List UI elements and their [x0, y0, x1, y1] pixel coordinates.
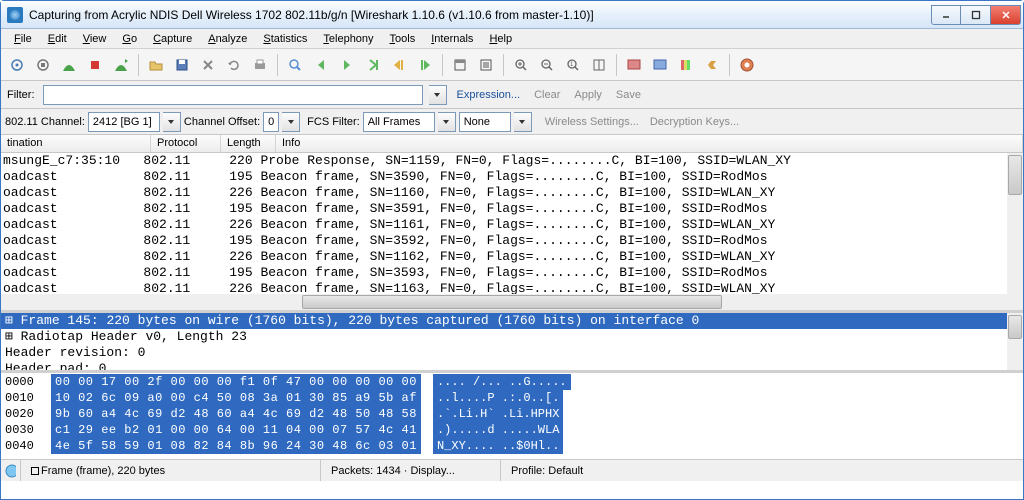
- help-icon[interactable]: [735, 53, 759, 77]
- colorize-icon[interactable]: [448, 53, 472, 77]
- details-radiotap-header[interactable]: ⊞ Radiotap Header v0, Length 23: [1, 329, 1023, 345]
- filter-dropdown[interactable]: [429, 85, 447, 105]
- go-forward-icon[interactable]: [335, 53, 359, 77]
- channel-label: 802.11 Channel:: [5, 116, 85, 128]
- status-profile[interactable]: Profile: Default: [501, 460, 1023, 481]
- col-destination[interactable]: tination: [1, 135, 151, 152]
- reload-icon[interactable]: [222, 53, 246, 77]
- maximize-button[interactable]: [961, 5, 991, 25]
- stop-capture-icon[interactable]: [83, 53, 107, 77]
- main-toolbar: 1: [1, 49, 1023, 81]
- packet-list-body[interactable]: msungE_c7:35:10 802.11 220 Probe Respons…: [1, 153, 1023, 294]
- print-icon[interactable]: [248, 53, 272, 77]
- channel-dropdown[interactable]: [163, 112, 181, 132]
- display-filters-icon[interactable]: [648, 53, 672, 77]
- col-info[interactable]: Info: [276, 135, 1023, 152]
- channel-input[interactable]: [88, 112, 160, 132]
- packet-bytes-pane[interactable]: 000000 00 17 00 2f 00 00 00 f1 0f 47 00 …: [1, 373, 1023, 459]
- decryption-keys-link[interactable]: Decryption Keys...: [646, 116, 743, 128]
- filter-expression-link[interactable]: Expression...: [453, 89, 525, 101]
- menu-edit[interactable]: Edit: [41, 31, 74, 47]
- details-frame-summary[interactable]: ⊞ Frame 145: 220 bytes on wire (1760 bit…: [1, 313, 1023, 329]
- minimize-button[interactable]: [931, 5, 961, 25]
- go-to-packet-icon[interactable]: [361, 53, 385, 77]
- window-controls: [931, 5, 1021, 25]
- offset-input[interactable]: [263, 112, 279, 132]
- auto-scroll-icon[interactable]: [474, 53, 498, 77]
- go-first-icon[interactable]: [387, 53, 411, 77]
- offset-dropdown[interactable]: [282, 112, 300, 132]
- hex-row[interactable]: 00209b 60 a4 4c 69 d2 48 60 a4 4c 69 d2 …: [5, 406, 1019, 422]
- hex-row[interactable]: 001010 02 6c 09 a0 00 c4 50 08 3a 01 30 …: [5, 390, 1019, 406]
- window-title: Capturing from Acrylic NDIS Dell Wireles…: [29, 8, 931, 22]
- packet-list-vscrollbar[interactable]: [1007, 153, 1023, 294]
- close-button[interactable]: [991, 5, 1021, 25]
- menu-help[interactable]: Help: [482, 31, 519, 47]
- fcs-dropdown[interactable]: [438, 112, 456, 132]
- menu-bar: FileEditViewGoCaptureAnalyzeStatisticsTe…: [1, 29, 1023, 49]
- details-header-revision: Header revision: 0: [1, 345, 1023, 361]
- hex-row[interactable]: 000000 00 17 00 2f 00 00 00 f1 0f 47 00 …: [5, 374, 1019, 390]
- status-left: Frame (frame), 220 bytes: [21, 460, 321, 481]
- menu-statistics[interactable]: Statistics: [256, 31, 314, 47]
- hex-row[interactable]: 00404e 5f 58 59 01 08 82 84 8b 96 24 30 …: [5, 438, 1019, 454]
- save-file-icon[interactable]: [170, 53, 194, 77]
- col-protocol[interactable]: Protocol: [151, 135, 221, 152]
- filter-label: Filter:: [7, 89, 37, 101]
- window-titlebar: Capturing from Acrylic NDIS Dell Wireles…: [1, 1, 1023, 29]
- zoom-out-icon[interactable]: [535, 53, 559, 77]
- menu-go[interactable]: Go: [115, 31, 144, 47]
- zoom-in-icon[interactable]: [509, 53, 533, 77]
- start-capture-icon[interactable]: [57, 53, 81, 77]
- details-header-pad: Header pad: 0: [1, 361, 1023, 373]
- decrypt-mode-dropdown[interactable]: [514, 112, 532, 132]
- filter-toolbar: Filter: Expression... Clear Apply Save: [1, 81, 1023, 109]
- menu-file[interactable]: File: [7, 31, 39, 47]
- details-vscrollbar[interactable]: [1007, 313, 1023, 370]
- hex-row[interactable]: 0030c1 29 ee b2 01 00 00 64 00 11 04 00 …: [5, 422, 1019, 438]
- go-back-icon[interactable]: [309, 53, 333, 77]
- menu-analyze[interactable]: Analyze: [201, 31, 254, 47]
- filter-save-link[interactable]: Save: [612, 89, 645, 101]
- menu-telephony[interactable]: Telephony: [316, 31, 380, 47]
- restart-capture-icon[interactable]: [109, 53, 133, 77]
- go-last-icon[interactable]: [413, 53, 437, 77]
- coloring-rules-icon[interactable]: [674, 53, 698, 77]
- status-packets: Packets: 1434 · Display...: [321, 460, 501, 481]
- offset-label: Channel Offset:: [184, 116, 260, 128]
- packet-list-header: tination Protocol Length Info: [1, 135, 1023, 153]
- close-file-icon[interactable]: [196, 53, 220, 77]
- fcs-input[interactable]: [363, 112, 435, 132]
- resize-columns-icon[interactable]: [587, 53, 611, 77]
- filter-clear-link[interactable]: Clear: [530, 89, 564, 101]
- packet-list-hscrollbar[interactable]: [1, 294, 1023, 310]
- app-icon: [7, 7, 23, 23]
- filter-input[interactable]: [43, 85, 423, 105]
- wireless-toolbar: 802.11 Channel: Channel Offset: FCS Filt…: [1, 109, 1023, 135]
- interfaces-icon[interactable]: [5, 53, 29, 77]
- fcs-label: FCS Filter:: [307, 116, 360, 128]
- filter-apply-link[interactable]: Apply: [570, 89, 606, 101]
- packet-details-pane[interactable]: ⊞ Frame 145: 220 bytes on wire (1760 bit…: [1, 313, 1023, 373]
- menu-capture[interactable]: Capture: [146, 31, 199, 47]
- packet-list-pane[interactable]: tination Protocol Length Info msungE_c7:…: [1, 135, 1023, 313]
- annotation-icon[interactable]: [31, 467, 39, 475]
- preferences-icon[interactable]: [700, 53, 724, 77]
- menu-internals[interactable]: Internals: [424, 31, 480, 47]
- find-icon[interactable]: [283, 53, 307, 77]
- capture-filters-icon[interactable]: [622, 53, 646, 77]
- decrypt-mode-input[interactable]: [459, 112, 511, 132]
- expert-info-icon[interactable]: [1, 460, 21, 481]
- menu-view[interactable]: View: [76, 31, 114, 47]
- menu-tools[interactable]: Tools: [383, 31, 423, 47]
- open-file-icon[interactable]: [144, 53, 168, 77]
- options-icon[interactable]: [31, 53, 55, 77]
- col-length[interactable]: Length: [221, 135, 276, 152]
- wireless-settings-link[interactable]: Wireless Settings...: [541, 116, 643, 128]
- zoom-reset-icon[interactable]: 1: [561, 53, 585, 77]
- status-bar: Frame (frame), 220 bytes Packets: 1434 ·…: [1, 459, 1023, 481]
